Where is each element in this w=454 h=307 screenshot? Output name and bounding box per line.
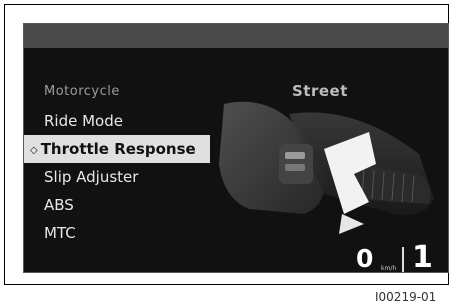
display-screen: Motorcycle Street Ride Mode ◇ Throttle Re… bbox=[23, 23, 449, 273]
menu-item-mtc[interactable]: MTC bbox=[24, 219, 224, 247]
menu-item-slip-adjuster[interactable]: Slip Adjuster bbox=[24, 163, 224, 191]
menu-item-label: ABS bbox=[44, 196, 74, 214]
status-divider bbox=[402, 247, 404, 272]
menu-item-label: Ride Mode bbox=[44, 112, 123, 130]
gear-indicator: 1 bbox=[412, 240, 433, 273]
menu-item-throttle-response[interactable]: ◇ Throttle Response bbox=[24, 135, 210, 163]
selection-marker-icon: ◇ bbox=[30, 145, 38, 156]
menu-header-label: Motorcycle bbox=[44, 84, 120, 99]
figure-frame: Motorcycle Street Ride Mode ◇ Throttle Re… bbox=[4, 4, 449, 285]
speed-unit: km/h bbox=[381, 265, 397, 272]
settings-menu: Ride Mode ◇ Throttle Response Slip Adjust… bbox=[24, 107, 224, 247]
speed-readout: 0 bbox=[356, 244, 374, 273]
menu-item-label: Slip Adjuster bbox=[44, 168, 139, 186]
menu-item-abs[interactable]: ABS bbox=[24, 191, 224, 219]
menu-item-ride-mode[interactable]: Ride Mode bbox=[24, 107, 224, 135]
ride-mode-value: Street bbox=[292, 82, 348, 100]
figure-id: I00219-01 bbox=[375, 290, 437, 304]
menu-item-label: Throttle Response bbox=[40, 140, 196, 158]
menu-item-label: MTC bbox=[44, 224, 76, 242]
